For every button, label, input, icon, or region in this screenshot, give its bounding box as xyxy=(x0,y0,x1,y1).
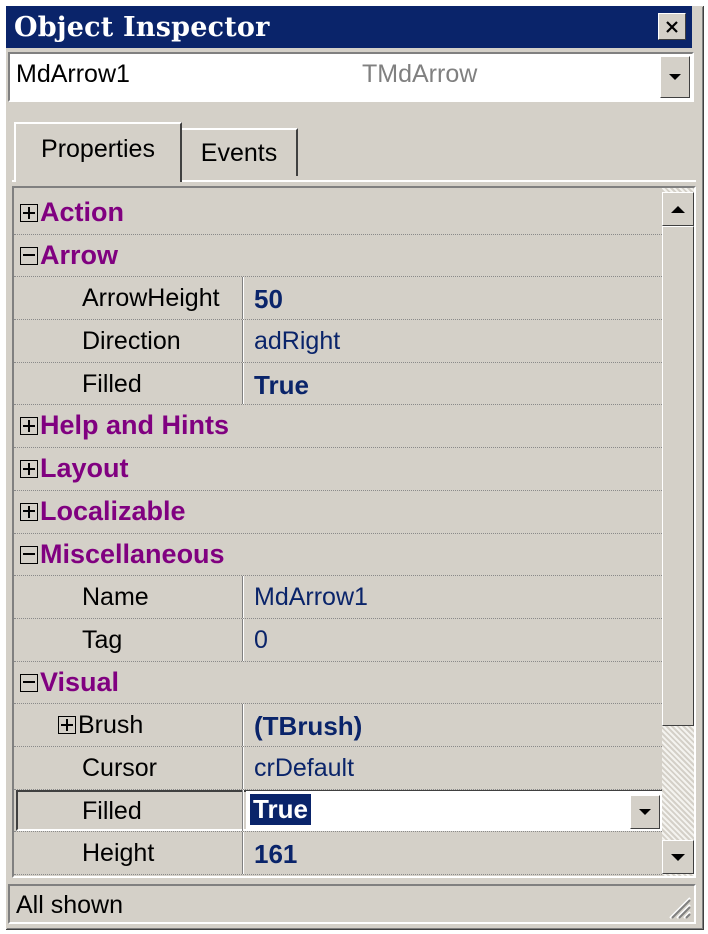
category-label: Localizable xyxy=(40,495,186,526)
column-divider[interactable] xyxy=(242,832,244,874)
dropdown-arrow-icon xyxy=(669,74,681,80)
expand-icon[interactable] xyxy=(20,204,38,222)
tab-properties[interactable]: Properties xyxy=(14,122,182,182)
collapse-icon[interactable] xyxy=(20,545,38,564)
selected-object-name: MdArrow1 xyxy=(16,60,130,88)
category-row[interactable]: Localizable xyxy=(14,491,664,534)
property-row[interactable]: Tag 0 xyxy=(14,618,664,662)
property-value[interactable]: 0 xyxy=(254,626,268,655)
property-name: Filled xyxy=(82,369,142,398)
property-value[interactable]: True xyxy=(250,793,311,825)
property-value[interactable]: 50 xyxy=(254,284,283,315)
category-row[interactable]: Miscellaneous xyxy=(14,534,664,577)
scroll-up-icon xyxy=(671,205,685,213)
scroll-down-button[interactable] xyxy=(662,840,694,874)
property-value[interactable]: crDefault xyxy=(254,754,354,783)
property-row[interactable]: ArrowHeight 50 xyxy=(14,277,664,321)
value-editor[interactable]: True xyxy=(246,790,664,831)
size-grip-icon[interactable] xyxy=(664,892,692,920)
object-selector-dropdown-button[interactable] xyxy=(660,56,690,98)
scroll-up-button[interactable] xyxy=(662,192,694,226)
property-name: Cursor xyxy=(82,753,158,782)
category-label: Miscellaneous xyxy=(40,538,225,569)
property-name: Brush xyxy=(78,711,144,740)
column-divider[interactable] xyxy=(242,618,244,661)
category-row[interactable]: Layout xyxy=(14,448,664,491)
property-value[interactable]: True xyxy=(254,370,309,401)
property-value[interactable]: 161 xyxy=(254,839,297,870)
close-button[interactable] xyxy=(658,13,686,40)
property-name: Name xyxy=(82,583,149,612)
category-label: Visual xyxy=(40,666,120,697)
expand-icon[interactable] xyxy=(20,417,38,436)
column-divider[interactable] xyxy=(242,746,244,789)
property-name: ArrowHeight xyxy=(82,284,220,313)
property-row[interactable]: Cursor crDefault xyxy=(14,746,664,790)
property-value[interactable]: (TBrush) xyxy=(254,711,362,742)
selected-object-class: TMdArrow xyxy=(362,60,478,88)
vertical-scrollbar[interactable] xyxy=(662,188,694,876)
column-divider[interactable] xyxy=(242,576,244,618)
property-row[interactable]: Height 161 xyxy=(14,832,664,875)
expand-icon[interactable] xyxy=(20,460,38,479)
title-bar[interactable]: Object Inspector xyxy=(6,6,692,48)
property-rows: Action Arrow ArrowHeight 50 Direction adRight… xyxy=(14,192,664,875)
property-name: Height xyxy=(82,839,155,868)
dropdown-arrow-icon xyxy=(639,808,651,815)
column-divider[interactable] xyxy=(242,704,244,746)
property-name: Filled xyxy=(82,796,142,825)
expand-icon[interactable] xyxy=(58,716,76,735)
column-divider[interactable] xyxy=(242,277,244,320)
value-dropdown-button[interactable] xyxy=(630,794,660,829)
collapse-icon[interactable] xyxy=(20,673,38,692)
column-divider[interactable] xyxy=(242,320,244,362)
scroll-down-icon xyxy=(671,853,685,861)
category-row[interactable]: Action xyxy=(14,192,664,235)
property-grid: Action Arrow ArrowHeight 50 Direction adRight… xyxy=(12,186,696,878)
expand-icon[interactable] xyxy=(20,502,38,521)
category-label: Arrow xyxy=(40,239,119,270)
column-divider[interactable] xyxy=(242,362,244,405)
property-name: Direction xyxy=(82,327,181,356)
tab-events[interactable]: Events xyxy=(182,128,298,176)
object-selector-combo[interactable]: MdArrow1 TMdArrow xyxy=(8,52,694,102)
property-row[interactable]: Direction adRight xyxy=(14,320,664,363)
property-row[interactable]: Brush (TBrush) xyxy=(14,704,664,747)
category-label: Help and Hints xyxy=(40,410,230,441)
close-icon xyxy=(666,20,678,33)
property-row[interactable]: Filled True xyxy=(14,362,664,406)
property-value[interactable]: adRight xyxy=(254,327,340,356)
column-divider[interactable] xyxy=(242,789,244,832)
category-row[interactable]: Visual xyxy=(14,662,664,705)
category-row[interactable]: Arrow xyxy=(14,235,664,278)
category-label: Action xyxy=(40,197,124,227)
status-bar: All shown xyxy=(8,884,696,924)
property-value[interactable]: MdArrow1 xyxy=(254,583,368,612)
window-title: Object Inspector xyxy=(14,11,270,43)
scroll-thumb[interactable] xyxy=(662,226,694,726)
property-row[interactable]: Name MdArrow1 xyxy=(14,576,664,619)
category-row[interactable]: Help and Hints xyxy=(14,405,664,449)
property-name: Tag xyxy=(82,625,123,654)
category-label: Layout xyxy=(40,453,129,484)
collapse-icon[interactable] xyxy=(20,246,38,265)
status-text: All shown xyxy=(16,891,123,919)
property-row[interactable]: Filled True xyxy=(14,789,664,833)
